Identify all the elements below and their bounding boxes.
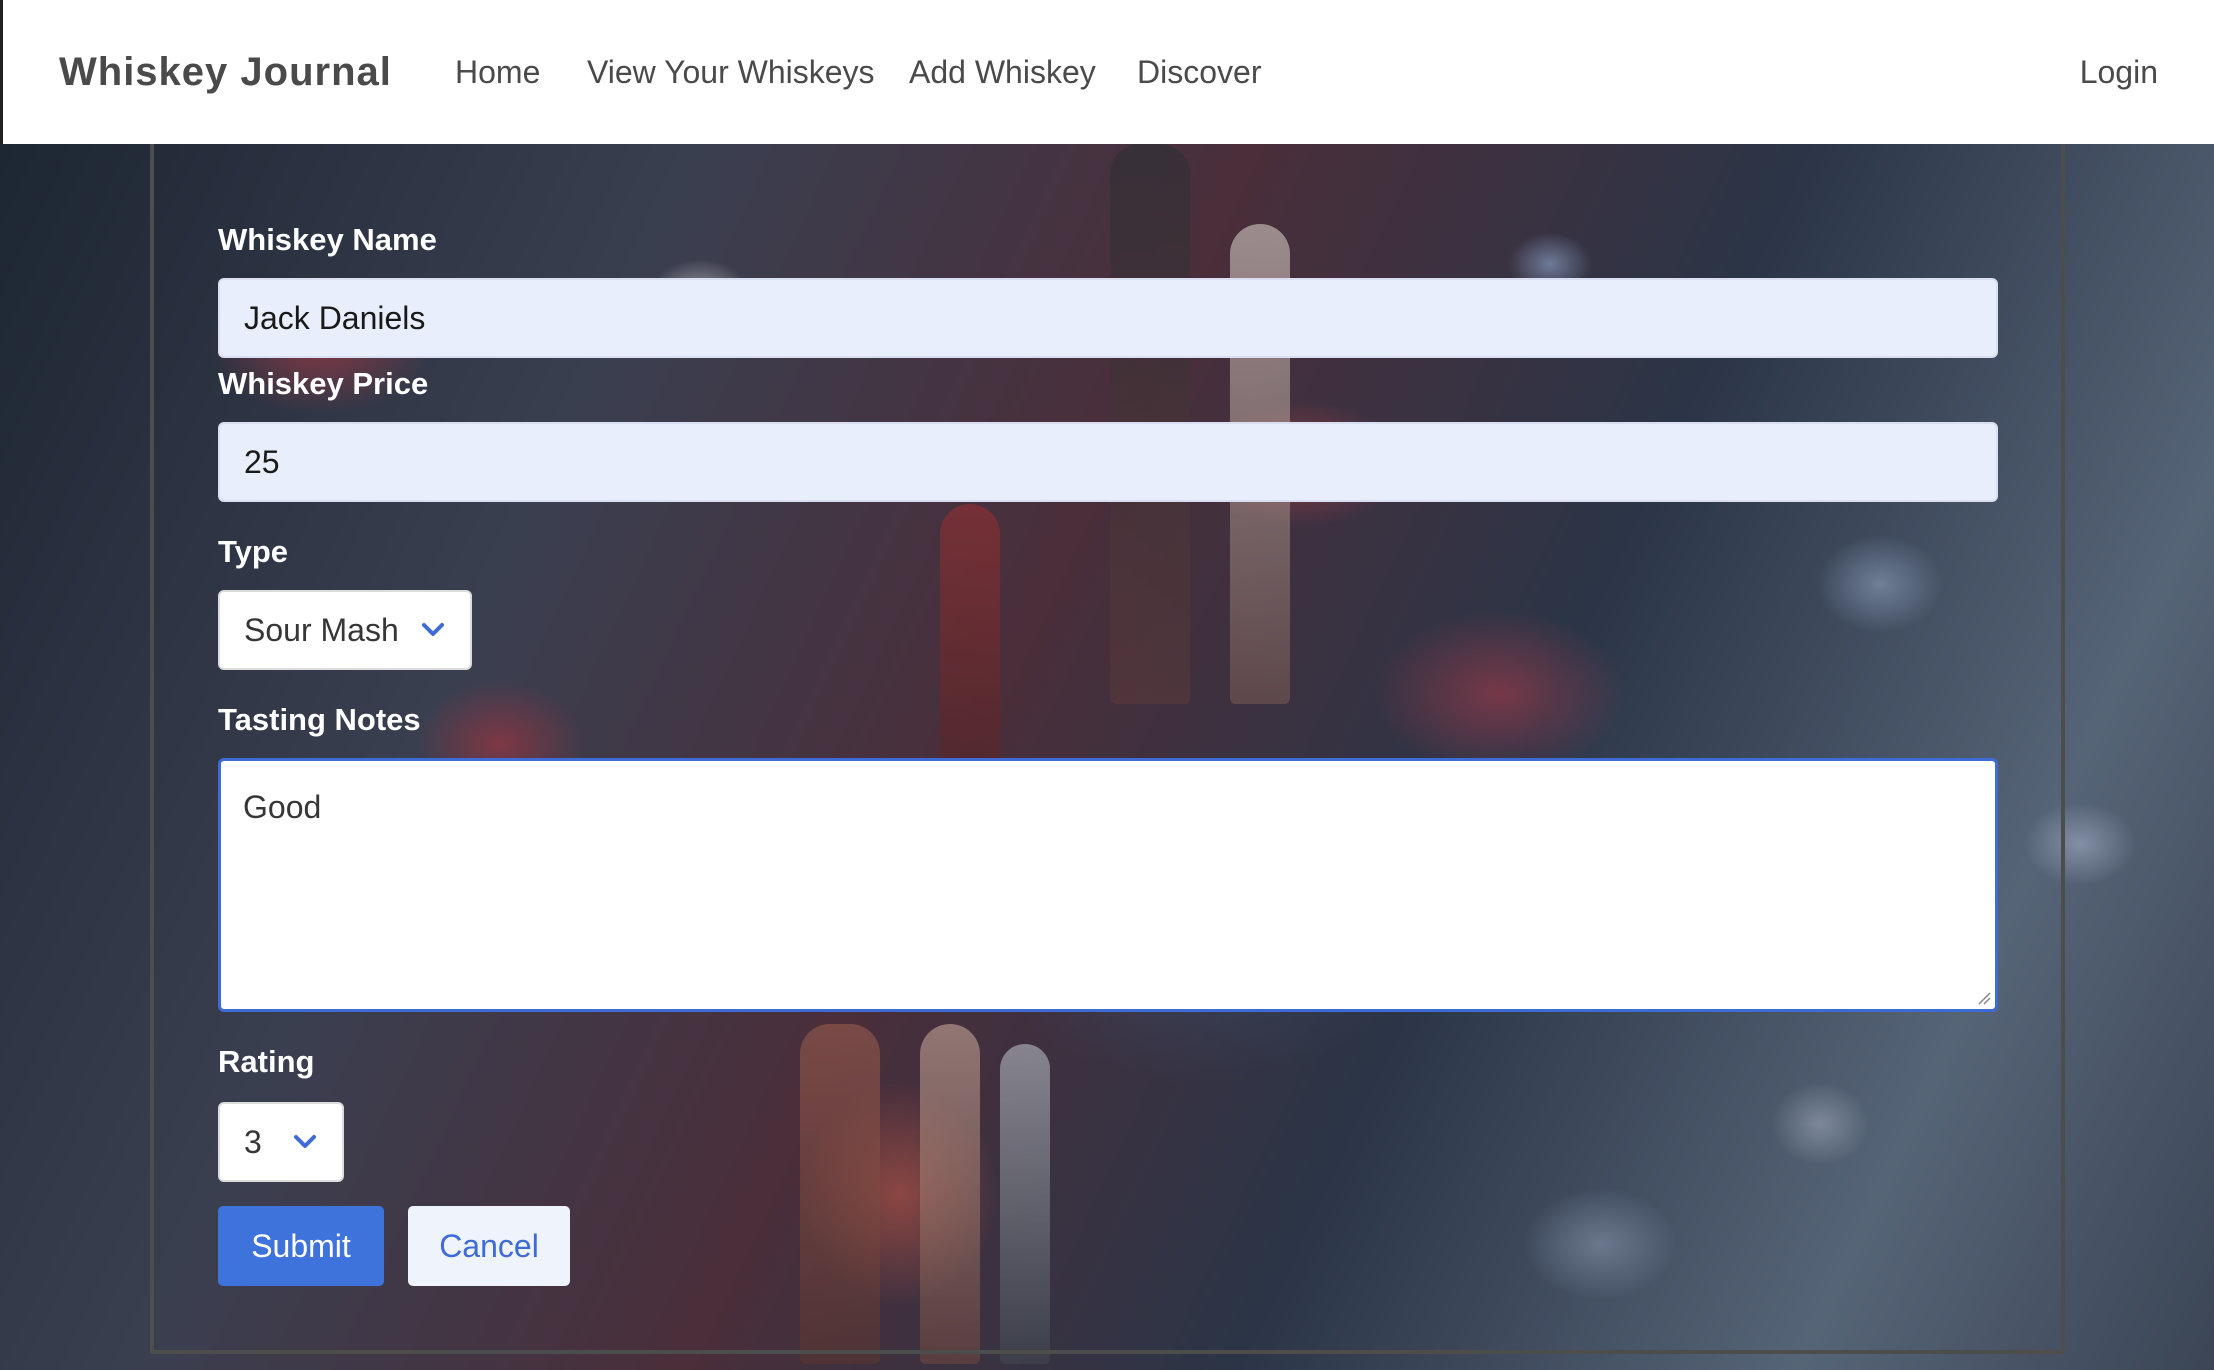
type-select[interactable]: Sour Mash	[218, 590, 472, 670]
resize-handle-icon[interactable]	[1977, 991, 1991, 1005]
nav-login-link[interactable]: Login	[2080, 54, 2158, 91]
cancel-button[interactable]: Cancel	[408, 1206, 570, 1286]
whiskey-name-input[interactable]: Jack Daniels	[218, 278, 1998, 358]
type-label: Type	[218, 534, 289, 569]
chevron-down-icon	[294, 1135, 316, 1148]
rating-select[interactable]: 3	[218, 1102, 344, 1182]
nav-home-link[interactable]: Home	[455, 54, 540, 91]
tasting-notes-value: Good	[243, 789, 322, 825]
tasting-notes-textarea[interactable]: Good	[218, 758, 1998, 1012]
whiskey-price-input[interactable]: 25	[218, 422, 1998, 502]
chevron-down-icon	[422, 623, 444, 636]
top-navbar: Whiskey Journal Home View Your Whiskeys …	[0, 0, 2214, 144]
rating-label: Rating	[218, 1044, 315, 1079]
bottle-shape	[1000, 1044, 1050, 1364]
nav-view-whiskeys-link[interactable]: View Your Whiskeys	[587, 54, 875, 91]
submit-button[interactable]: Submit	[218, 1206, 384, 1286]
nav-discover-link[interactable]: Discover	[1137, 54, 1261, 91]
bottle-shape	[800, 1024, 880, 1364]
whiskey-price-label: Whiskey Price	[218, 366, 429, 401]
whiskey-name-label: Whiskey Name	[218, 222, 437, 257]
tasting-notes-label: Tasting Notes	[218, 702, 421, 737]
brand-logo-text[interactable]: Whiskey Journal	[59, 50, 392, 95]
rating-select-value: 3	[244, 1123, 262, 1160]
type-select-value: Sour Mash	[244, 611, 399, 648]
nav-add-whiskey-link[interactable]: Add Whiskey	[909, 54, 1096, 91]
bottle-shape	[920, 1024, 980, 1364]
